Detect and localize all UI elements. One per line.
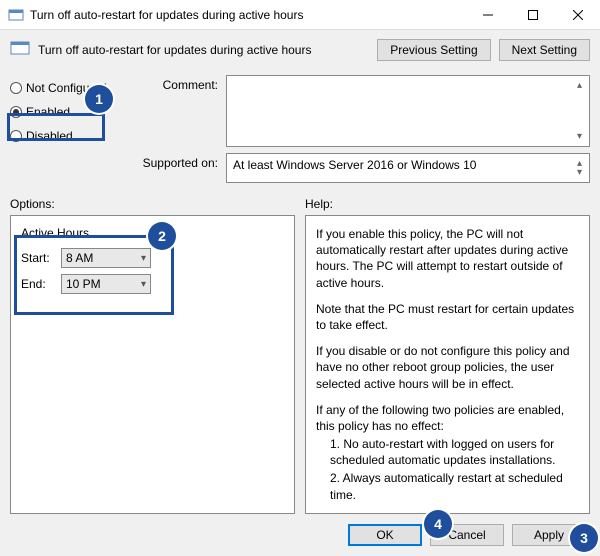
start-time-select[interactable]: 8 AM ▾ — [61, 248, 151, 268]
radio-disabled[interactable]: Disabled — [10, 129, 122, 143]
options-label: Options: — [10, 197, 295, 211]
callout-badge-2: 2 — [148, 222, 176, 250]
policy-icon — [10, 38, 30, 61]
window-title: Turn off auto-restart for updates during… — [30, 8, 465, 22]
supported-on-box: At least Windows Server 2016 or Windows … — [226, 153, 590, 183]
next-setting-button[interactable]: Next Setting — [499, 39, 590, 61]
scroll-down-icon[interactable]: ▾ — [572, 129, 587, 144]
end-time-value: 10 PM — [66, 277, 101, 291]
radio-icon — [10, 106, 22, 118]
help-text: If you enable this policy, the PC will n… — [316, 226, 579, 291]
start-label: Start: — [21, 251, 55, 265]
supported-label: Supported on: — [128, 153, 218, 183]
scroll-down-icon[interactable]: ▾ — [572, 165, 587, 180]
callout-badge-4: 4 — [424, 510, 452, 538]
previous-setting-button[interactable]: Previous Setting — [377, 39, 490, 61]
comment-label: Comment: — [128, 75, 218, 147]
scroll-up-icon[interactable]: ▴ — [572, 78, 587, 93]
help-text: 2. Always automatically restart at sched… — [316, 470, 579, 502]
chevron-down-icon: ▾ — [141, 279, 146, 290]
titlebar: Turn off auto-restart for updates during… — [0, 0, 600, 30]
close-button[interactable] — [555, 0, 600, 29]
start-time-value: 8 AM — [66, 251, 93, 265]
chevron-down-icon: ▾ — [141, 253, 146, 264]
help-panel: If you enable this policy, the PC will n… — [305, 215, 590, 514]
maximize-button[interactable] — [510, 0, 555, 29]
help-label: Help: — [305, 197, 590, 211]
help-text: If you disable or do not configure this … — [316, 343, 579, 392]
comment-textarea[interactable]: ▴ ▾ — [226, 75, 590, 147]
window-icon — [8, 7, 24, 23]
radio-label: Enabled — [26, 105, 70, 119]
end-label: End: — [21, 277, 55, 291]
ok-button[interactable]: OK — [348, 524, 422, 546]
end-time-select[interactable]: 10 PM ▾ — [61, 274, 151, 294]
help-text: Note that the PC must restart for certai… — [316, 301, 579, 333]
callout-badge-3: 3 — [570, 524, 598, 552]
help-text: 1. No auto-restart with logged on users … — [316, 436, 579, 468]
help-text: If any of the following two policies are… — [316, 402, 579, 434]
radio-label: Disabled — [26, 129, 73, 143]
radio-icon — [10, 130, 22, 142]
options-panel: Active Hours Start: 8 AM ▾ End: 10 PM ▾ — [10, 215, 295, 514]
supported-on-text: At least Windows Server 2016 or Windows … — [233, 158, 476, 172]
radio-icon — [10, 82, 22, 94]
minimize-button[interactable] — [465, 0, 510, 29]
policy-subtitle: Turn off auto-restart for updates during… — [38, 43, 311, 57]
callout-badge-1: 1 — [85, 85, 113, 113]
